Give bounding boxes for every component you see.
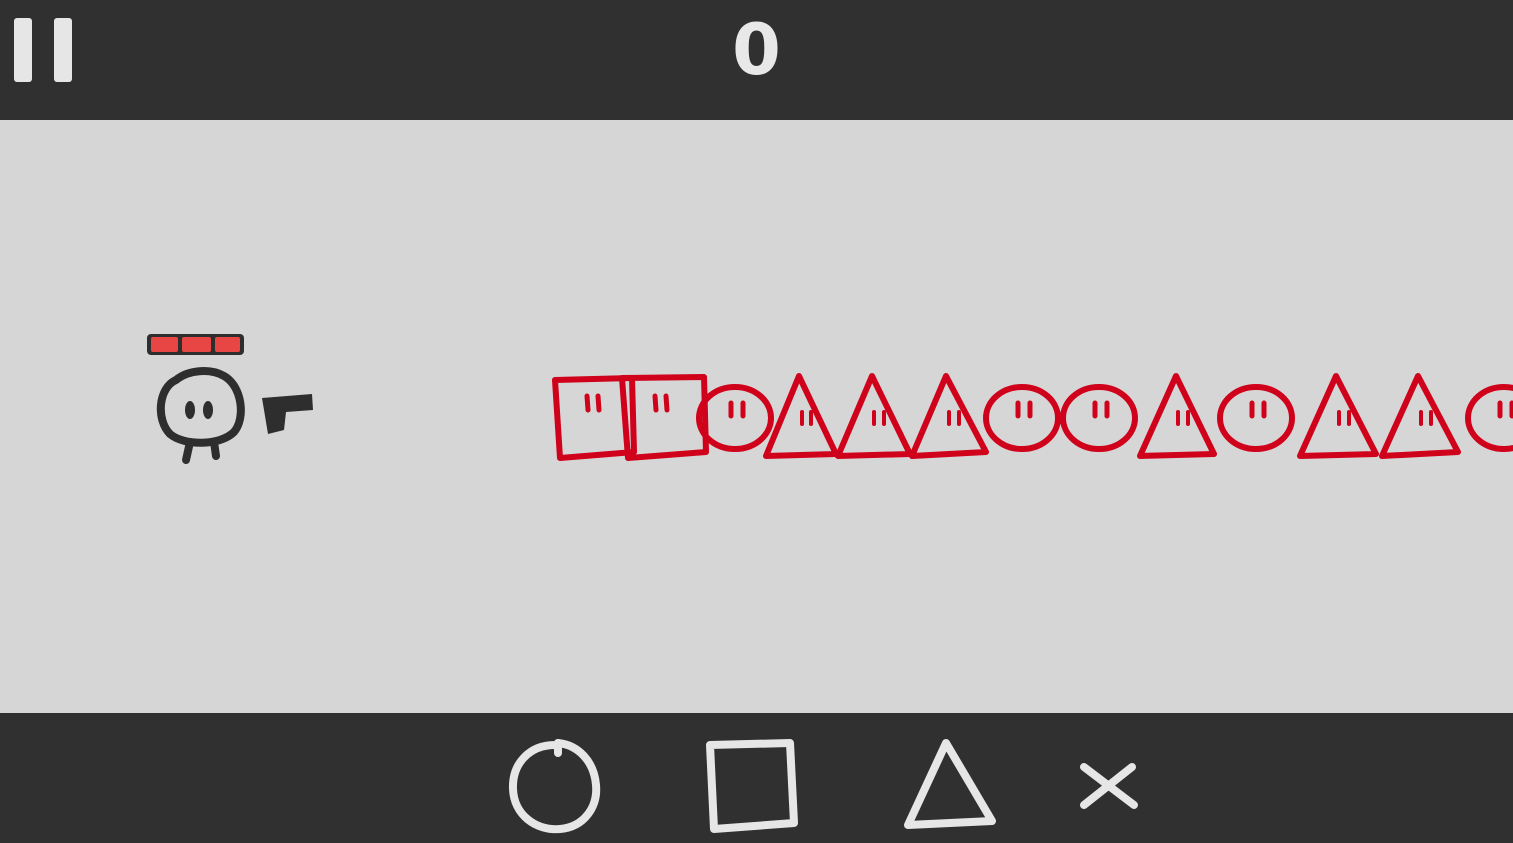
enemy-circle [1217,384,1295,452]
enemy-triangle [763,373,839,459]
square-icon [706,739,798,833]
square-shape-button[interactable] [698,735,808,835]
cross-shape-button[interactable] [1074,757,1144,821]
shape-control-bar [0,713,1513,843]
enemy-triangle [1297,373,1379,459]
playfield [0,120,1513,713]
triangle-shape-button[interactable] [898,735,1008,835]
pistol-icon [262,394,313,434]
enemy-row [552,373,1513,461]
enemy-triangle [909,373,989,459]
triangle-icon [904,739,996,829]
enemy-triangle [1137,373,1217,459]
game-scene [147,334,1513,464]
enemy-circle [983,384,1061,452]
enemy-circle [696,384,774,452]
enemy-triangle [1379,373,1461,459]
player-health-bar [147,334,244,355]
circle-shape-button[interactable] [500,735,610,835]
enemy-circle [1060,384,1138,452]
player-character [156,367,245,464]
circle-icon [508,739,601,834]
score-counter: 0 [732,9,781,91]
top-hud-bar: 0 [0,0,1513,120]
enemy-triangle [835,373,913,459]
cross-icon [1080,763,1138,809]
enemy-circle [1465,384,1513,452]
